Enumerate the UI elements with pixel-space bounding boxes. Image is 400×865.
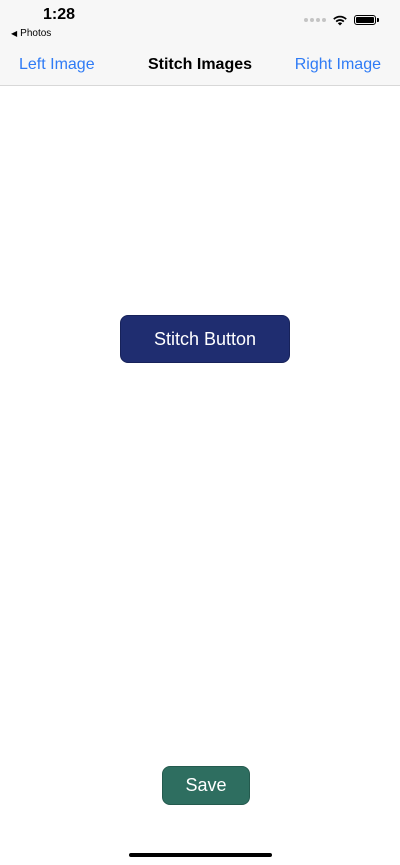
back-arrow-icon: ◀ bbox=[11, 29, 18, 38]
back-to-app-link[interactable]: ◀ Photos bbox=[11, 28, 51, 39]
save-button[interactable]: Save bbox=[162, 766, 250, 805]
right-image-button[interactable]: Right Image bbox=[295, 56, 381, 74]
battery-icon bbox=[354, 15, 379, 25]
status-time: 1:28 bbox=[43, 6, 76, 23]
wifi-icon bbox=[333, 15, 347, 26]
signal-icon bbox=[304, 18, 326, 22]
home-indicator[interactable] bbox=[129, 853, 272, 857]
status-bar: 1:28 ◀ Photos bbox=[0, 0, 400, 44]
navigation-bar: Left Image Stitch Images Right Image bbox=[0, 44, 400, 86]
status-icons bbox=[304, 14, 379, 26]
back-app-label: Photos bbox=[20, 28, 52, 39]
stitch-button[interactable]: Stitch Button bbox=[120, 315, 290, 363]
